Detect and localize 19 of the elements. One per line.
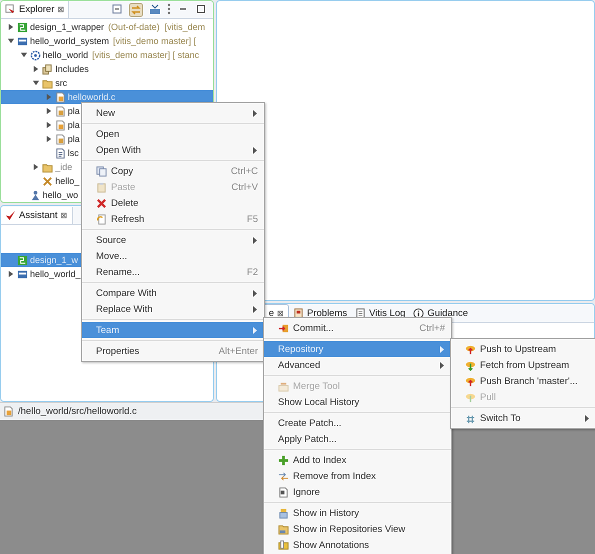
item-label: hello_world bbox=[42, 50, 88, 60]
item-label: pla bbox=[68, 134, 80, 144]
item-label: pla bbox=[68, 120, 80, 130]
item-label: hello_ bbox=[55, 176, 80, 186]
item-label: _ide bbox=[55, 162, 72, 172]
item-label: design_1_wrapper bbox=[30, 22, 104, 32]
item-decoration: [vitis_demo master] [ stanc bbox=[92, 50, 200, 60]
item-label: helloworld.c bbox=[68, 92, 116, 102]
item-label: lsc bbox=[68, 148, 79, 158]
item-label: hello_world_ bbox=[30, 269, 81, 279]
item-label: hello_world_system bbox=[30, 36, 110, 46]
item-label: Includes bbox=[55, 64, 89, 74]
item-label: hello_wo bbox=[42, 190, 78, 200]
item-label: pla bbox=[68, 106, 80, 116]
item-label: src bbox=[55, 78, 68, 88]
item-decoration: (Out-of-date) [vitis_dem bbox=[108, 22, 206, 32]
item-label: design_1_w bbox=[30, 255, 78, 265]
status-path: /hello_world/src/helloworld.c bbox=[18, 406, 137, 417]
item-decoration: [vitis_demo master] [ bbox=[113, 36, 196, 46]
